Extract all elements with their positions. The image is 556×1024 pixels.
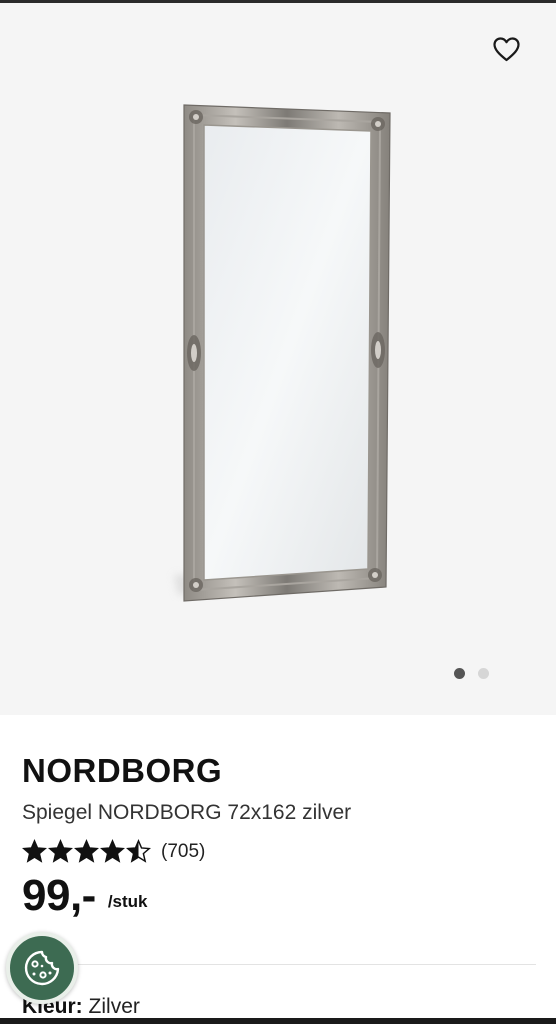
divider [22, 964, 536, 965]
cookie-icon [24, 950, 60, 986]
product-brand: NORDBORG [22, 752, 223, 789]
bottom-bar [0, 1018, 556, 1024]
pagination-dot-2[interactable] [478, 668, 489, 679]
product-page: NORDBORG Spiegel NORDBORG 72x162 zilver … [0, 0, 556, 1024]
color-value: Zilver [88, 995, 140, 1018]
price-row: 99,- /stuk [22, 871, 148, 920]
rating-stars [22, 839, 151, 864]
star-icon [22, 839, 47, 863]
wishlist-button[interactable] [488, 31, 524, 67]
framed-mirror-image [174, 104, 391, 602]
product-price: 99,- [22, 871, 96, 920]
product-rating[interactable]: (705) [22, 839, 205, 864]
heart-outline-icon [492, 36, 520, 61]
price-unit: /stuk [107, 892, 148, 912]
star-icon [74, 839, 99, 863]
cookie-settings-button[interactable] [6, 932, 78, 1004]
product-name: Spiegel NORDBORG 72x162 zilver [22, 801, 352, 824]
review-count[interactable]: (705) [161, 841, 205, 863]
image-pagination [454, 668, 489, 679]
product-gallery[interactable] [0, 3, 556, 715]
star-icon [126, 839, 151, 863]
pagination-dot-1[interactable] [454, 668, 465, 679]
star-icon [100, 839, 125, 863]
star-icon [48, 839, 73, 863]
